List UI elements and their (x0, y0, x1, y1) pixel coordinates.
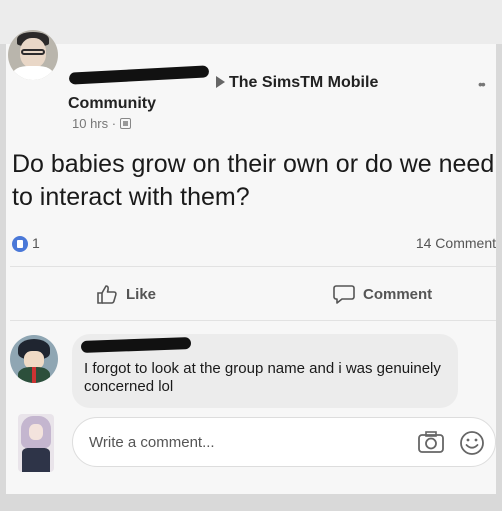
divider (10, 266, 496, 267)
post-timestamp[interactable]: 10 hrs · (72, 116, 116, 131)
avatar-coat (22, 448, 50, 472)
avatar-glasses (21, 49, 45, 55)
shared-to-arrow-icon (216, 76, 225, 88)
comment-text: I forgot to look at the group name and i… (84, 360, 441, 395)
comment-button[interactable]: Comment (333, 284, 432, 304)
like-button-label: Like (126, 285, 157, 303)
divider (10, 320, 496, 321)
more-options-icon[interactable]: •• (478, 76, 486, 92)
post-meta: 10 hrs · (72, 116, 132, 131)
commenter-avatar[interactable] (10, 335, 58, 383)
screenshot-top-margin (0, 0, 502, 44)
group-name-link[interactable]: The SimsTM Mobile (229, 74, 378, 92)
post-author-avatar[interactable] (8, 30, 58, 80)
comment-count[interactable]: 14 Comment (416, 235, 496, 251)
like-reaction-icon[interactable] (12, 236, 28, 252)
group-name-suffix[interactable]: Community (68, 95, 156, 113)
avatar-shirt (13, 66, 53, 80)
like-button[interactable]: Like (96, 284, 156, 304)
reaction-count[interactable]: 1 (32, 235, 40, 251)
post-body: Do babies grow on their own or do we nee… (12, 150, 495, 211)
comment-bubble-icon (333, 284, 355, 304)
camera-icon[interactable] (417, 430, 445, 459)
comment-input-placeholder: Write a comment... (89, 434, 215, 451)
avatar-strap (32, 367, 36, 383)
avatar-face (29, 424, 43, 440)
group-privacy-icon (120, 118, 132, 129)
smiley-icon[interactable] (459, 430, 485, 461)
comment-input[interactable]: Write a comment... (72, 417, 496, 467)
current-user-avatar (18, 414, 54, 472)
thumbs-up-icon (96, 284, 118, 304)
comment-button-label: Comment (363, 285, 433, 303)
